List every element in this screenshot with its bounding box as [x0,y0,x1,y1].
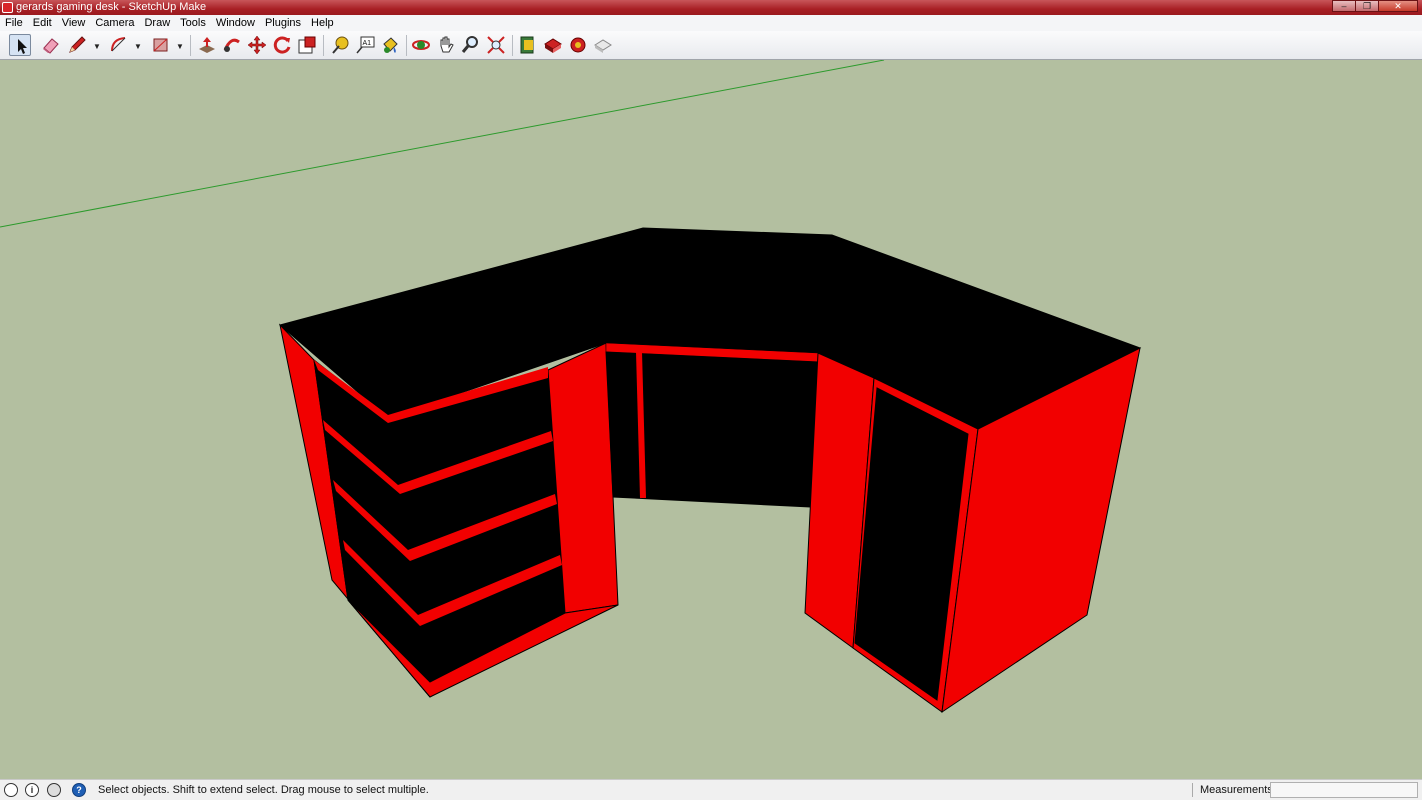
select-tool-button[interactable] [9,34,31,56]
eraser-tool-button[interactable] [40,34,62,56]
tape-measure-icon [332,36,349,54]
share-model-button[interactable] [542,34,564,56]
push-pull-tool-button[interactable] [196,34,218,56]
status-bar: i ? Select objects. Shift to extend sele… [0,779,1422,800]
geo-location-icon[interactable] [4,783,18,797]
menu-view[interactable]: View [57,15,91,31]
follow-me-tool-button[interactable] [221,34,243,56]
text-tool-button[interactable]: A1 [354,34,376,56]
menu-draw[interactable]: Draw [139,15,175,31]
paint-bucket-icon [383,37,398,53]
title-bar: gerards gaming desk - SketchUp Make – ❐ … [0,0,1422,15]
zoom-extents-icon [487,36,505,54]
orbit-tool-button[interactable] [410,34,432,56]
menu-file[interactable]: File [0,15,28,31]
arc-icon [111,37,126,52]
status-message: Select objects. Shift to extend select. … [98,784,429,796]
hand-icon [440,36,454,53]
move-icon [247,35,267,55]
scale-tool-button[interactable] [296,34,318,56]
window-title: gerards gaming desk - SketchUp Make [16,1,207,13]
rectangle-tool-button[interactable] [150,34,172,56]
toolbar-separator [190,35,191,56]
3d-warehouse-button[interactable] [517,34,539,56]
pencil-icon [69,36,86,53]
zoom-tool-button[interactable] [460,34,482,56]
paint-bucket-tool-button[interactable] [379,34,401,56]
orbit-icon [412,40,430,50]
window-controls: – ❐ ✕ [1332,0,1418,13]
measurements-label: Measurements [1200,784,1273,796]
measurements-input[interactable] [1270,782,1418,798]
layout-button[interactable] [592,34,614,56]
green-axis-line [0,60,885,228]
menu-tools[interactable]: Tools [175,15,211,31]
menu-help[interactable]: Help [306,15,339,31]
desk-model [0,60,1142,714]
close-button[interactable]: ✕ [1378,0,1418,12]
credits-icon[interactable]: i [25,783,39,797]
menu-edit[interactable]: Edit [28,15,57,31]
extension-warehouse-button[interactable] [567,34,589,56]
push-pull-icon [199,37,215,53]
shape-dropdown-arrow[interactable]: ▼ [176,42,184,51]
sketchup-app-icon[interactable] [2,2,13,13]
text-label-icon: A1 [356,36,375,54]
select-arrow-icon [18,39,27,54]
toolbar-separator [406,35,407,56]
eraser-icon [43,38,59,54]
scale-icon [298,36,316,54]
rotate-tool-button[interactable] [271,34,293,56]
share-model-icon [544,38,562,53]
text-tool-label: A1 [363,40,372,47]
pencil-tool-button[interactable] [66,34,88,56]
arc-dropdown-arrow[interactable]: ▼ [134,42,142,51]
move-tool-button[interactable] [246,34,268,56]
pencil-dropdown-arrow[interactable]: ▼ [93,42,101,51]
menu-camera[interactable]: Camera [90,15,139,31]
tape-measure-tool-button[interactable] [329,34,351,56]
model-viewport[interactable] [0,60,1422,779]
extension-warehouse-icon [570,37,586,53]
follow-me-icon [223,38,240,52]
pan-tool-button[interactable] [435,34,457,56]
help-icon[interactable]: ? [72,783,86,797]
menu-bar: File Edit View Camera Draw Tools Window … [0,15,1422,31]
arc-tool-button[interactable] [108,34,130,56]
3d-warehouse-icon [520,36,534,54]
menu-plugins[interactable]: Plugins [260,15,306,31]
measurements-divider [1192,783,1193,797]
zoom-extents-tool-button[interactable] [485,34,507,56]
minimize-button[interactable]: – [1332,0,1356,12]
rotate-icon [273,36,291,54]
layout-icon [594,39,612,53]
user-icon[interactable] [47,783,61,797]
main-toolbar: ▼ ▼ ▼ A1 [0,31,1422,60]
restore-button[interactable]: ❐ [1355,0,1379,12]
rectangle-icon [153,38,168,52]
menu-window[interactable]: Window [211,15,260,31]
toolbar-separator [323,35,324,56]
toolbar-separator [512,35,513,56]
magnifier-icon [461,36,478,53]
